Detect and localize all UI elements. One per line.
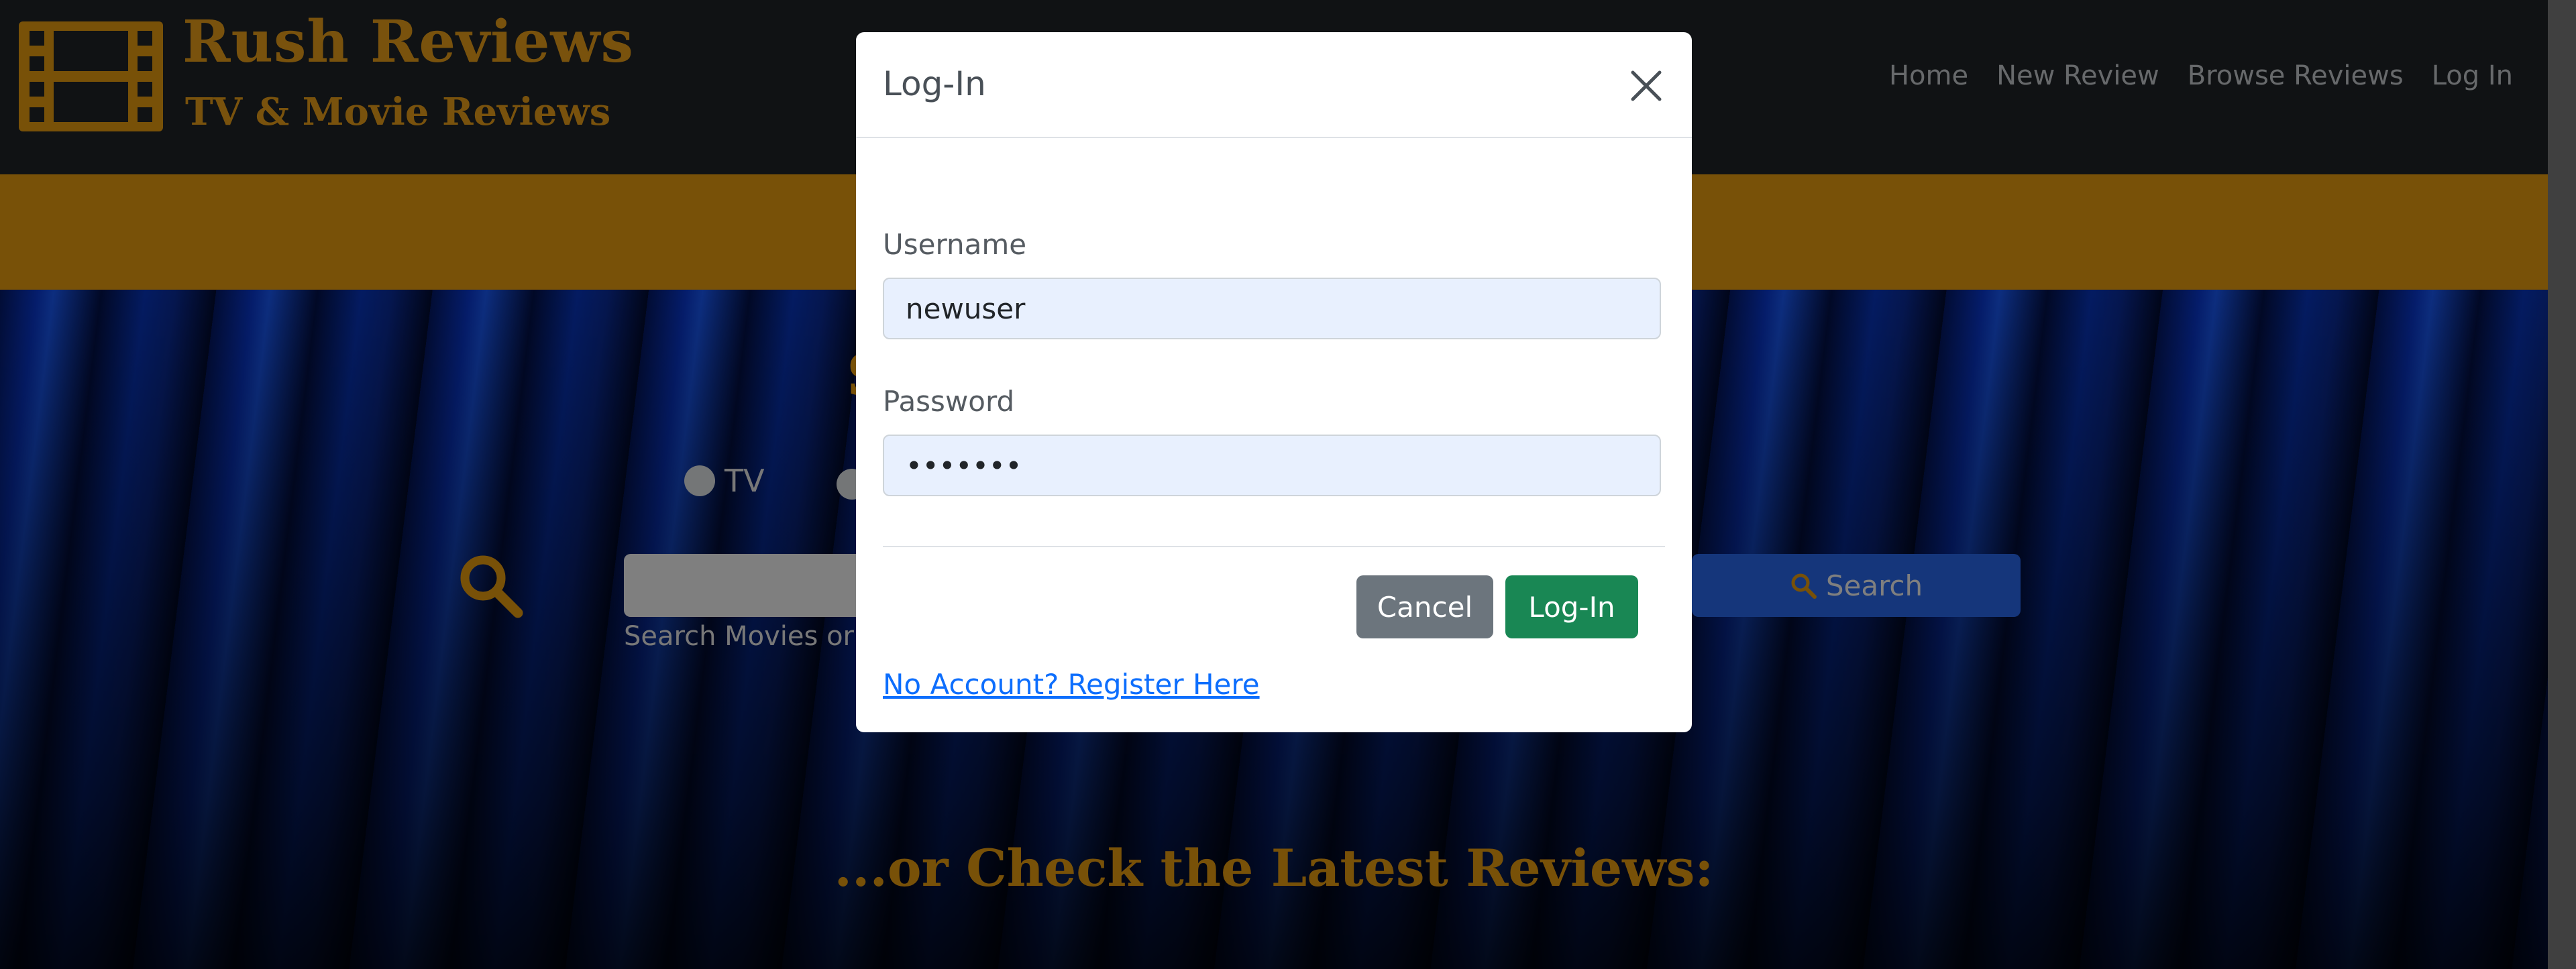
username-field[interactable] xyxy=(883,278,1661,339)
close-icon[interactable] xyxy=(1627,67,1665,105)
username-label: Username xyxy=(883,228,1027,261)
login-button[interactable]: Log-In xyxy=(1505,575,1638,638)
login-modal: Log-In Username Password Cancel Log-In N… xyxy=(856,32,1692,732)
cancel-button[interactable]: Cancel xyxy=(1356,575,1493,638)
password-label: Password xyxy=(883,385,1015,418)
password-field[interactable] xyxy=(883,435,1661,496)
register-link[interactable]: No Account? Register Here xyxy=(883,668,1260,701)
modal-divider xyxy=(883,546,1665,547)
modal-header: Log-In xyxy=(856,32,1692,138)
modal-title: Log-In xyxy=(883,64,986,103)
